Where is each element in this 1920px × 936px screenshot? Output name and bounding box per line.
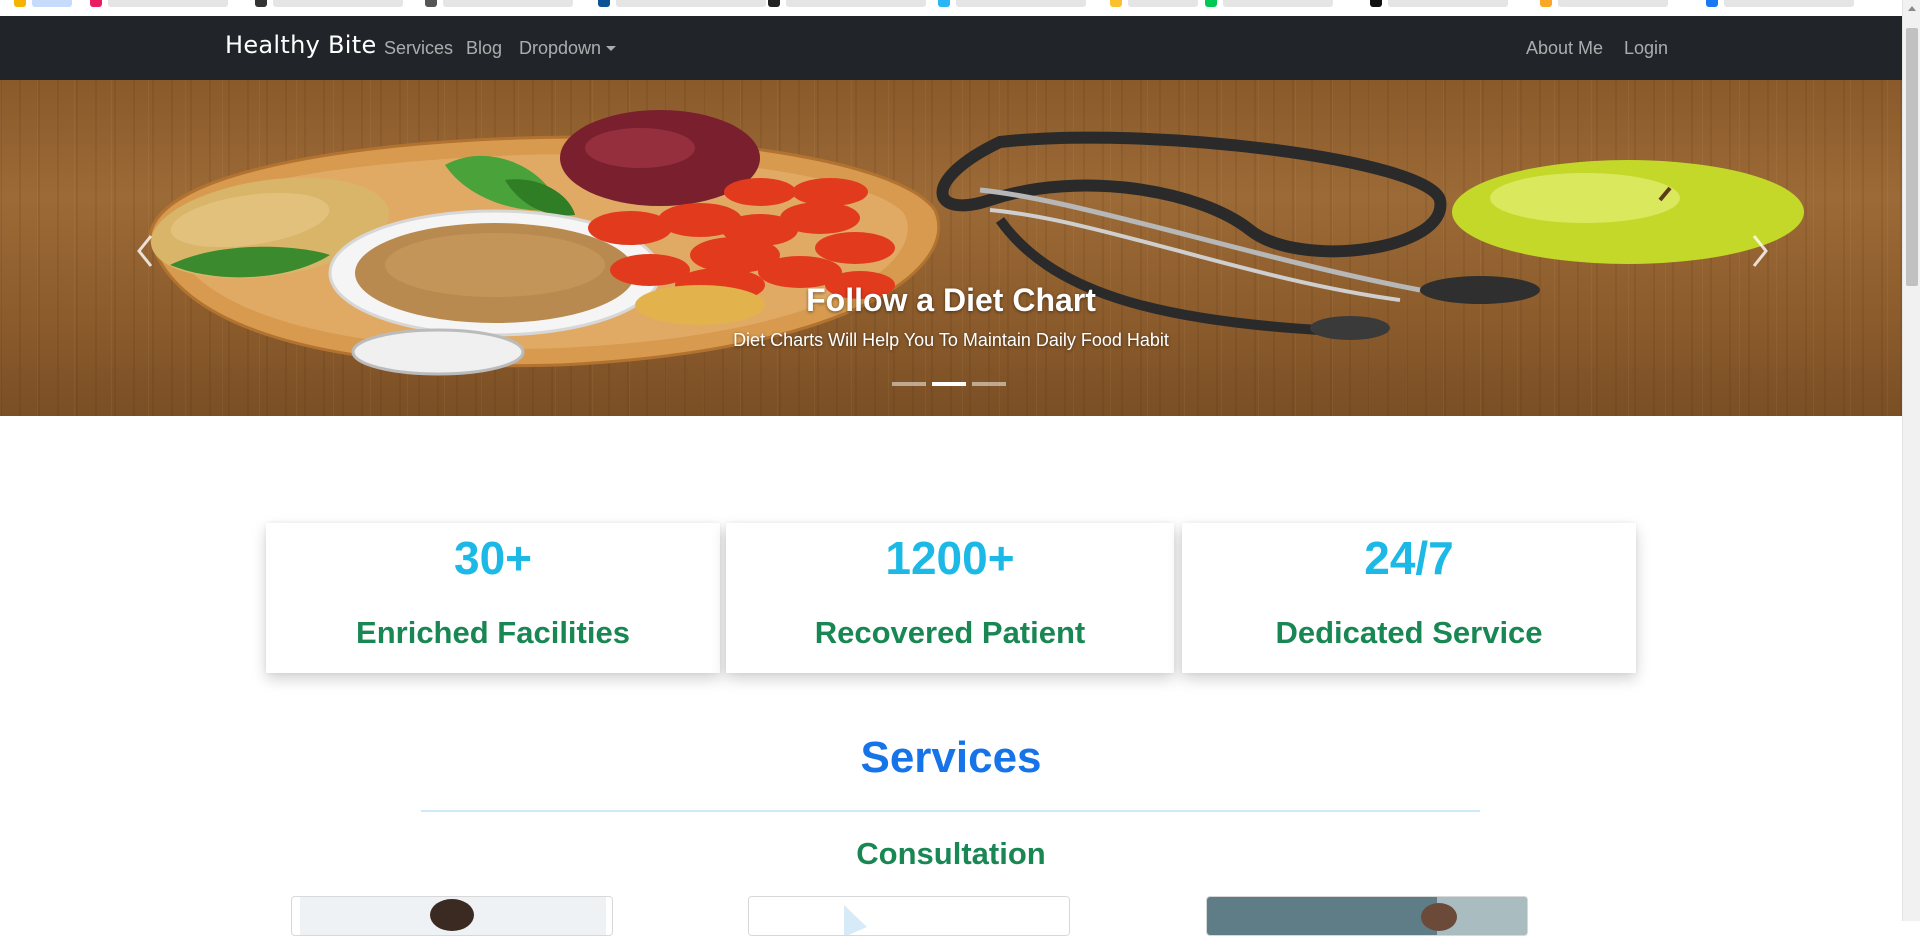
stat-number: 24/7 bbox=[1364, 532, 1454, 584]
bookmarks-bar bbox=[0, 0, 1902, 16]
bookmark-item[interactable] bbox=[1205, 0, 1333, 8]
card-image bbox=[300, 897, 606, 935]
nav-dropdown-label: Dropdown bbox=[519, 38, 602, 58]
hero-image bbox=[148, 110, 1804, 376]
consultation-heading: Consultation bbox=[856, 836, 1046, 871]
stat-number: 1200+ bbox=[885, 532, 1015, 584]
services-heading: Services bbox=[860, 733, 1042, 782]
section-divider bbox=[421, 810, 1480, 812]
stat-label: Enriched Facilities bbox=[356, 615, 630, 650]
nav-link-blog[interactable]: Blog bbox=[466, 38, 502, 59]
bookmark-item[interactable] bbox=[598, 0, 766, 8]
carousel-prev-button[interactable] bbox=[125, 226, 165, 276]
bookmark-item[interactable] bbox=[768, 0, 926, 8]
stat-number: 30+ bbox=[453, 532, 533, 584]
scroll-up-icon[interactable] bbox=[1908, 6, 1916, 11]
nav-link-services[interactable]: Services bbox=[384, 38, 453, 59]
stat-card-service: 24/7 Dedicated Service bbox=[1182, 523, 1636, 673]
carousel-indicator-2[interactable] bbox=[932, 382, 966, 386]
carousel-indicator-3[interactable] bbox=[972, 382, 1006, 386]
hero-title: Follow a Diet Chart bbox=[806, 282, 1096, 318]
hero-subtitle: Diet Charts Will Help You To Maintain Da… bbox=[733, 330, 1169, 350]
navbar: Healthy Bite Services Blog Dropdown Abou… bbox=[0, 16, 1902, 80]
bookmark-item[interactable] bbox=[1706, 0, 1854, 8]
bookmark-item[interactable] bbox=[1110, 0, 1198, 8]
chevron-left-icon bbox=[137, 235, 153, 267]
stat-label: Recovered Patient bbox=[814, 615, 1086, 650]
stat-label: Dedicated Service bbox=[1275, 615, 1543, 650]
card-image bbox=[1207, 897, 1527, 935]
card-image bbox=[749, 897, 1069, 935]
carousel-indicator-1[interactable] bbox=[892, 382, 926, 386]
consultation-card[interactable] bbox=[291, 896, 613, 936]
hero-carousel: Follow a Diet Chart Diet Charts Will Hel… bbox=[0, 80, 1902, 416]
stat-card-patients: 1200+ Recovered Patient bbox=[726, 523, 1174, 673]
bookmark-item[interactable] bbox=[425, 0, 573, 8]
nav-dropdown-toggle[interactable]: Dropdown bbox=[519, 38, 617, 59]
bookmark-item[interactable] bbox=[938, 0, 1086, 8]
carousel-indicators bbox=[892, 382, 1006, 386]
bookmark-item[interactable] bbox=[90, 0, 228, 8]
nav-link-about-me[interactable]: About Me bbox=[1526, 38, 1603, 59]
carousel-next-button[interactable] bbox=[1740, 226, 1780, 276]
page-scrollbar[interactable] bbox=[1902, 0, 1920, 921]
nav-link-login[interactable]: Login bbox=[1624, 38, 1668, 59]
bookmark-item[interactable] bbox=[255, 0, 403, 8]
brand-logo[interactable]: Healthy Bite bbox=[225, 31, 377, 59]
bookmark-item[interactable] bbox=[14, 0, 72, 8]
bookmark-item[interactable] bbox=[1540, 0, 1668, 8]
scrollbar-thumb[interactable] bbox=[1906, 28, 1918, 286]
stat-card-facilities: 30+ Enriched Facilities bbox=[266, 523, 720, 673]
consultation-card[interactable] bbox=[748, 896, 1070, 936]
caret-down-icon bbox=[606, 46, 617, 51]
consultation-card[interactable] bbox=[1206, 896, 1528, 936]
bookmark-item[interactable] bbox=[1370, 0, 1508, 8]
chevron-right-icon bbox=[1752, 235, 1768, 267]
